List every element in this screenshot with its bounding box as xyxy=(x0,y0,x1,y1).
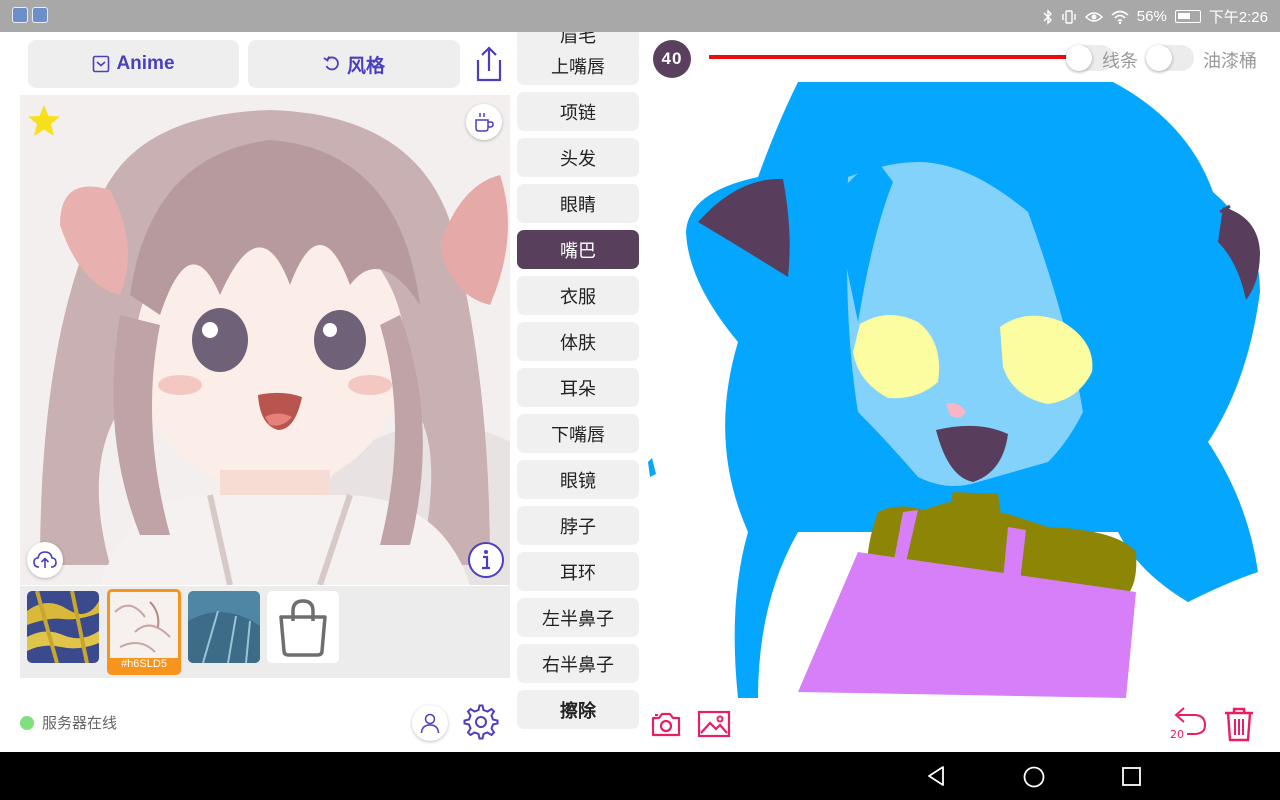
rotate-icon xyxy=(323,56,339,71)
segmentation-sketch xyxy=(648,82,1260,698)
coffee-cup-icon xyxy=(475,113,494,132)
style-thumbnail-image xyxy=(110,592,178,658)
trash-icon[interactable] xyxy=(1222,706,1256,742)
battery-percent: 56% xyxy=(1136,8,1167,25)
style-button[interactable]: 风格 xyxy=(248,40,460,88)
shopping-bag-icon xyxy=(279,599,327,657)
label-item[interactable]: 耳朵 xyxy=(517,368,639,407)
style-store-button[interactable] xyxy=(267,591,339,663)
toggle-knob xyxy=(1146,45,1172,71)
coffee-button[interactable] xyxy=(466,104,502,140)
settings-gear-icon[interactable] xyxy=(462,704,500,742)
music-app-icon xyxy=(12,7,28,23)
share-button[interactable] xyxy=(470,44,508,84)
anime-girl-illustration xyxy=(20,95,510,585)
label-item[interactable]: 耳环 xyxy=(517,552,639,591)
style-thumbnail-selected[interactable]: #h6SLD5 xyxy=(107,589,181,675)
wifi-icon xyxy=(1111,10,1129,24)
checkbox-icon xyxy=(93,55,110,73)
label-item[interactable]: 擦除 xyxy=(517,690,639,729)
info-icon[interactable] xyxy=(467,541,505,579)
toggle-knob xyxy=(1066,45,1092,71)
eye-comfort-icon xyxy=(1084,11,1103,22)
status-left xyxy=(12,7,48,23)
label-item[interactable]: 眼睛 xyxy=(517,184,639,223)
upload-button[interactable] xyxy=(27,542,63,578)
label-item[interactable]: 下嘴唇 xyxy=(517,414,639,453)
label-item[interactable]: 体肤 xyxy=(517,322,639,361)
gallery-icon[interactable] xyxy=(697,709,731,739)
label-item[interactable]: 脖子 xyxy=(517,506,639,545)
style-thumbnail[interactable] xyxy=(188,591,260,663)
account-button[interactable] xyxy=(412,705,448,741)
label-item[interactable]: 头发 xyxy=(517,138,639,177)
label-item[interactable]: 右半鼻子 xyxy=(517,644,639,683)
server-status-text: 服务器在线 xyxy=(42,714,118,732)
share-icon xyxy=(476,46,502,82)
style-thumbnail[interactable] xyxy=(27,591,99,663)
notification-app-icon xyxy=(32,7,48,23)
status-right: 56% 下午2:26 xyxy=(1043,6,1268,27)
style-thumbnail-image xyxy=(27,591,99,663)
server-status: 服务器在线 xyxy=(20,712,117,733)
back-nav-icon[interactable] xyxy=(925,765,947,787)
system-nav-bar xyxy=(0,752,1280,800)
cloud-upload-icon xyxy=(33,551,57,568)
label-item[interactable]: 项链 xyxy=(517,92,639,131)
drawing-canvas[interactable] xyxy=(648,82,1260,698)
star-icon[interactable] xyxy=(26,103,62,139)
label-item[interactable]: 眼镜 xyxy=(517,460,639,499)
selected-thumbnail-label: #h6SLD5 xyxy=(121,658,167,670)
generated-preview xyxy=(20,95,510,585)
model-button[interactable]: Anime xyxy=(28,40,239,88)
model-button-label: Anime xyxy=(116,53,175,74)
label-item[interactable]: 上嘴唇 xyxy=(517,46,639,85)
style-thumbnail-strip: #h6SLD5 xyxy=(20,586,510,678)
label-item[interactable]: 嘴巴 xyxy=(517,230,639,269)
status-bar: 56% 下午2:26 xyxy=(0,0,1280,32)
recents-nav-icon[interactable] xyxy=(1121,766,1143,788)
segmentation-label-list: 眉毛 上嘴唇 项链 头发 眼睛 嘴巴 衣服 体肤 耳朵 下嘴唇 眼镜 脖子 耳环 左半鼻子 右半鼻子 擦除 xyxy=(517,32,639,750)
battery-icon xyxy=(1174,10,1201,23)
home-nav-icon[interactable] xyxy=(1022,765,1046,789)
style-button-label: 风格 xyxy=(346,55,385,77)
undo-count: 20 xyxy=(1170,728,1184,741)
user-icon xyxy=(420,713,440,734)
line-toggle-label: 线条 xyxy=(1102,51,1138,72)
camera-icon[interactable] xyxy=(651,710,681,738)
label-item[interactable]: 左半鼻子 xyxy=(517,598,639,637)
status-dot xyxy=(20,715,34,730)
label-item[interactable]: 衣服 xyxy=(517,276,639,315)
style-thumbnail-image xyxy=(188,591,260,663)
brush-size-slider[interactable] xyxy=(709,55,1075,59)
bluetooth-icon xyxy=(1043,8,1052,25)
bucket-toggle-label: 油漆桶 xyxy=(1203,51,1257,72)
brush-size-indicator: 40 xyxy=(653,40,691,78)
app-root: 56% 下午2:26 Anime 风格 #h6SLD5 服务器在线 眉毛 上嘴唇… xyxy=(0,0,1280,800)
clock: 下午2:26 xyxy=(1208,9,1268,26)
bucket-toggle[interactable] xyxy=(1146,45,1194,71)
vibrate-icon xyxy=(1062,9,1076,24)
